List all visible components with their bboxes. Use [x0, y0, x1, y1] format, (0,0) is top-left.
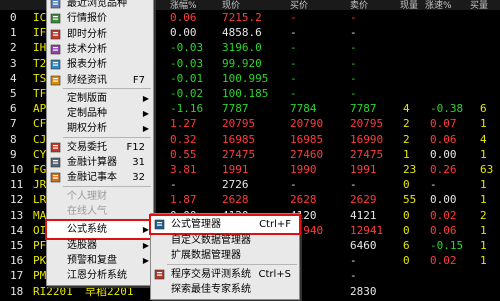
menu-item-label: 公式系统	[67, 224, 107, 236]
menu-separator	[63, 185, 151, 187]
menu-shortcut: 32	[132, 172, 145, 184]
menu-item-label: 在线人气	[67, 205, 107, 217]
submenu-arrow-icon: ▶	[142, 124, 149, 134]
menu-item-label: 江恩分析系统	[67, 270, 127, 282]
menu-item-label: 期权分析	[67, 123, 107, 135]
menu-item-17[interactable]: 江恩分析系统	[47, 267, 153, 284]
submenu-item-label: 扩展数据管理器	[171, 250, 241, 261]
menu-shortcut: Ctrl+F	[259, 219, 291, 230]
menu-item-label: 选股器	[67, 239, 97, 251]
menu-item-label: 定制品种	[67, 108, 107, 120]
formula-icon	[154, 219, 165, 230]
menu-item-label: 金融计算器	[67, 157, 117, 168]
menu-item-label: 最近浏览品种	[67, 0, 127, 9]
menu-item-label: 金融记事本	[67, 172, 117, 184]
news-icon	[50, 75, 61, 86]
context-menu: 最近浏览品种 行情报价 即时分析 技术分析 报表分析 财经资讯 F7 定制版面 ▶ 定制品种 ▶ 期权…	[45, 0, 155, 286]
submenu-item-label: 程序交易评测系统	[171, 268, 251, 280]
chart-icon	[50, 29, 61, 40]
menu-item-label: 预警和复盘	[67, 254, 117, 266]
menu-separator	[63, 136, 151, 138]
trade-icon	[50, 142, 61, 153]
menu-separator	[63, 87, 151, 89]
menu-shortcut: F7	[132, 74, 145, 86]
menu-separator	[167, 263, 297, 265]
submenu-item-4[interactable]: 探索最佳专家系统	[151, 281, 299, 298]
submenu-item-label: 公式管理器	[171, 219, 221, 230]
note-icon	[50, 172, 61, 183]
submenu-item-label: 探索最佳专家系统	[171, 284, 251, 295]
test-icon	[154, 269, 165, 280]
cell-idx: 18	[10, 284, 24, 298]
submenu-item-1[interactable]: 自定义数据管理器	[151, 232, 299, 249]
menu-item-label: 即时分析	[67, 28, 107, 40]
kline-icon	[50, 44, 61, 55]
menu-item-label: 个人理财	[67, 190, 107, 202]
menu-separator	[63, 219, 151, 221]
menu-item-13: 在线人气	[47, 203, 153, 220]
submenu-item-0[interactable]: 公式管理器 Ctrl+F	[149, 214, 301, 235]
doc-icon	[50, 0, 61, 9]
report-icon	[50, 59, 61, 70]
menu-item-label: 财经资讯	[67, 74, 107, 86]
submenu-item-3[interactable]: 程序交易评测系统 Ctrl+S	[151, 266, 299, 283]
menu-item-label: 交易委托	[67, 141, 107, 153]
menu-item-8[interactable]: 期权分析 ▶	[47, 120, 153, 137]
cell-ask: 2830	[350, 284, 377, 298]
menu-item-label: 技术分析	[67, 43, 107, 55]
menu-shortcut: Ctrl+S	[258, 268, 291, 280]
submenu-item-label: 自定义数据管理器	[171, 234, 251, 246]
table-icon	[50, 13, 61, 24]
menu-item-label: 报表分析	[67, 59, 107, 71]
submenu-item-2[interactable]: 扩展数据管理器	[151, 247, 299, 264]
menu-item-11[interactable]: 金融记事本 32	[47, 169, 153, 186]
formula-submenu: 公式管理器 Ctrl+F 自定义数据管理器 扩展数据管理器 程序交易评测系统 Ctrl+S…	[149, 213, 301, 300]
menu-item-label: 行情报价	[67, 13, 107, 25]
menu-item-label: 定制版面	[67, 92, 107, 104]
menu-item-5[interactable]: 财经资讯 F7	[47, 72, 153, 89]
calc-icon	[50, 157, 61, 168]
